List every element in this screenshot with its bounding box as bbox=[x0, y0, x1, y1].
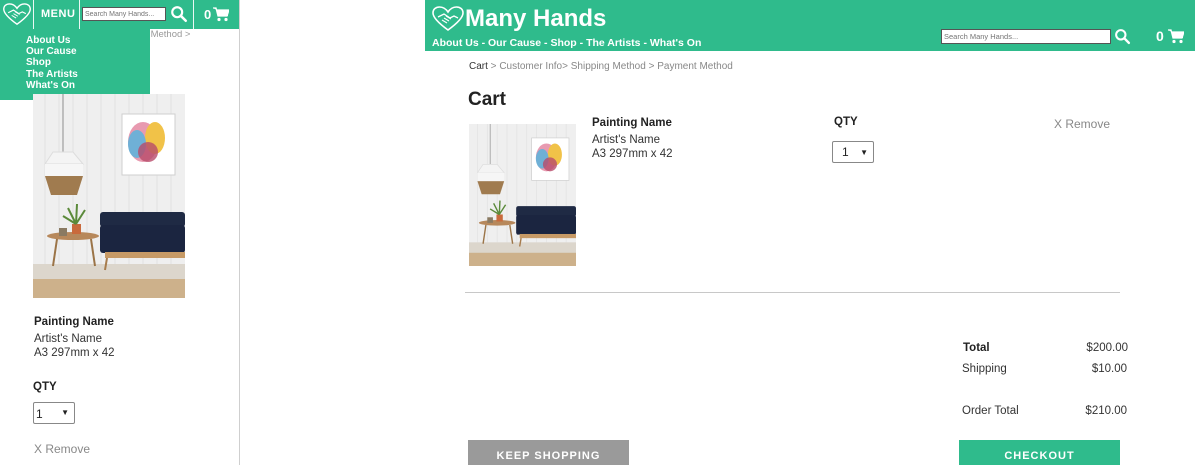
qty-select[interactable]: 1 ▼ bbox=[33, 402, 75, 424]
chevron-down-icon: ▼ bbox=[61, 408, 69, 417]
product-size: A3 297mm x 42 bbox=[34, 347, 115, 359]
shipping-value: $10.00 bbox=[1091, 363, 1127, 375]
cart-icon[interactable] bbox=[1168, 29, 1184, 44]
handshake-heart-icon[interactable] bbox=[431, 5, 465, 33]
desktop-header-bar: Many Hands About Us - Our Cause - Shop -… bbox=[425, 0, 1195, 51]
total-label: Total bbox=[963, 342, 990, 354]
breadcrumb-customer-info[interactable]: Customer Info bbox=[499, 61, 562, 72]
divider bbox=[465, 292, 1120, 293]
nav-item-our-cause[interactable]: Our Cause bbox=[488, 37, 541, 49]
cart-count[interactable]: 0 bbox=[1156, 28, 1164, 44]
product-image bbox=[469, 124, 576, 266]
breadcrumb-separator: > bbox=[645, 61, 658, 72]
nav-item-whats-on[interactable]: What's On bbox=[650, 37, 702, 49]
breadcrumb-separator: > bbox=[487, 61, 500, 72]
total-value: $200.00 bbox=[1086, 342, 1128, 354]
artist-name: Artist's Name bbox=[592, 134, 661, 146]
menu-item-shop[interactable]: Shop bbox=[26, 57, 150, 68]
site-title[interactable]: Many Hands bbox=[465, 5, 606, 33]
nav-separator: - bbox=[640, 37, 650, 49]
divider bbox=[33, 0, 34, 29]
search-icon[interactable] bbox=[170, 5, 188, 23]
menu-dropdown: About Us Our Cause Shop The Artists What… bbox=[0, 29, 150, 100]
breadcrumb-shipping-method[interactable]: Shipping Method bbox=[571, 61, 646, 72]
mobile-view: MENU 0 ping Method > About Us Our Cause … bbox=[0, 0, 240, 465]
search-input[interactable] bbox=[941, 29, 1111, 44]
qty-value: 1 bbox=[842, 145, 849, 159]
breadcrumb-separator: > bbox=[562, 61, 571, 72]
nav-item-shop[interactable]: Shop bbox=[550, 37, 576, 49]
nav-separator: - bbox=[576, 37, 587, 49]
chevron-down-icon: ▼ bbox=[860, 148, 868, 157]
search-icon[interactable] bbox=[1114, 28, 1131, 45]
nav-separator: - bbox=[478, 37, 489, 49]
breadcrumb: Cart > Customer Info> Shipping Method > … bbox=[469, 61, 733, 72]
menu-item-whats-on[interactable]: What's On bbox=[26, 80, 150, 91]
qty-select[interactable]: 1 ▼ bbox=[832, 141, 874, 163]
qty-value: 1 bbox=[36, 407, 43, 421]
cart-count[interactable]: 0 bbox=[204, 7, 211, 22]
remove-button[interactable]: X Remove bbox=[1054, 117, 1110, 131]
product-image bbox=[33, 94, 185, 298]
qty-label: QTY bbox=[834, 116, 858, 128]
order-total-label: Order Total bbox=[962, 405, 1019, 417]
page-title: Cart bbox=[468, 89, 507, 110]
cart-icon[interactable] bbox=[213, 7, 229, 22]
menu-button[interactable]: MENU bbox=[41, 8, 75, 20]
breadcrumb-cart[interactable]: Cart bbox=[469, 61, 488, 72]
checkout-button[interactable]: CHECKOUT bbox=[959, 440, 1120, 465]
nav-item-the-artists[interactable]: The Artists bbox=[586, 37, 640, 49]
divider bbox=[79, 0, 80, 29]
qty-label: QTY bbox=[33, 381, 57, 393]
menu-item-about-us[interactable]: About Us bbox=[26, 35, 150, 46]
remove-button[interactable]: X Remove bbox=[34, 442, 90, 456]
order-total-value: $210.00 bbox=[1085, 405, 1127, 417]
menu-item-the-artists[interactable]: The Artists bbox=[26, 69, 150, 80]
menu-item-our-cause[interactable]: Our Cause bbox=[26, 46, 150, 57]
handshake-heart-icon[interactable] bbox=[2, 2, 32, 27]
keep-shopping-button[interactable]: KEEP SHOPPING bbox=[468, 440, 629, 465]
shipping-label: Shipping bbox=[962, 363, 1007, 375]
breadcrumb-payment-method[interactable]: Payment Method bbox=[657, 61, 733, 72]
product-size: A3 297mm x 42 bbox=[592, 148, 673, 160]
nav-item-about-us[interactable]: About Us bbox=[432, 37, 479, 49]
divider bbox=[193, 0, 194, 29]
main-nav: About Us - Our Cause - Shop - The Artist… bbox=[432, 37, 701, 49]
search-input[interactable] bbox=[82, 7, 166, 21]
desktop-view: Many Hands About Us - Our Cause - Shop -… bbox=[425, 0, 1195, 465]
product-name: Painting Name bbox=[34, 316, 114, 328]
artist-name: Artist's Name bbox=[34, 333, 103, 345]
mobile-header-bar: MENU 0 bbox=[0, 0, 239, 29]
product-name: Painting Name bbox=[592, 117, 672, 129]
page-root: MENU 0 ping Method > About Us Our Cause … bbox=[0, 0, 1195, 465]
